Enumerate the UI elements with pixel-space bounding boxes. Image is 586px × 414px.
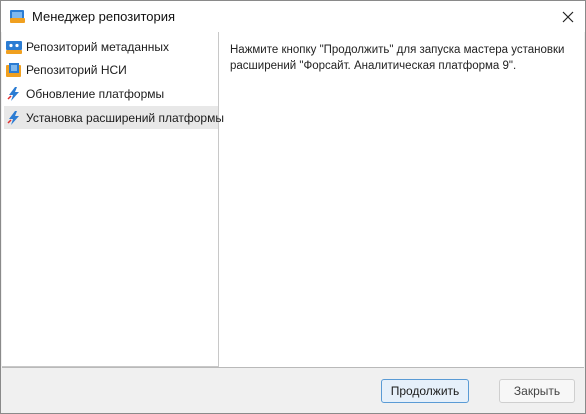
sidebar-item-metadata-repository[interactable]: Репозиторий метаданных [4,35,218,58]
sidebar-item-platform-update[interactable]: Обновление платформы [4,82,218,105]
title-bar: Менеджер репозитория [1,1,585,32]
content-area: Репозиторий метаданных Репозиторий НСИ О… [2,32,584,367]
sidebar-item-nsi-repository[interactable]: Репозиторий НСИ [4,58,218,81]
nsi-repository-icon [6,62,22,78]
close-button[interactable]: Закрыть [499,379,575,403]
extension-install-icon [6,110,22,126]
dialog-footer: Продолжить Закрыть [2,368,584,413]
sidebar-item-label: Репозиторий НСИ [26,62,127,77]
sidebar-nav: Репозиторий метаданных Репозиторий НСИ О… [2,32,224,367]
repository-manager-icon [10,9,26,23]
info-message: Нажмите кнопку "Продолжить" для запуска … [230,44,565,72]
platform-update-icon [6,86,22,102]
sidebar-item-label: Репозиторий метаданных [26,39,169,54]
metadata-repository-icon [6,39,22,55]
sidebar-item-extension-install[interactable]: Установка расширений платформы [4,106,224,129]
close-icon [562,11,574,22]
close-window-button[interactable] [551,1,585,32]
sidebar-item-label: Обновление платформы [26,86,165,101]
repository-manager-dialog: Менеджер репозитория Репозиторий метадан… [0,0,586,414]
continue-button[interactable]: Продолжить [381,379,469,403]
window-title: Менеджер репозитория [32,9,176,24]
sidebar-item-label: Установка расширений платформы [26,110,224,125]
